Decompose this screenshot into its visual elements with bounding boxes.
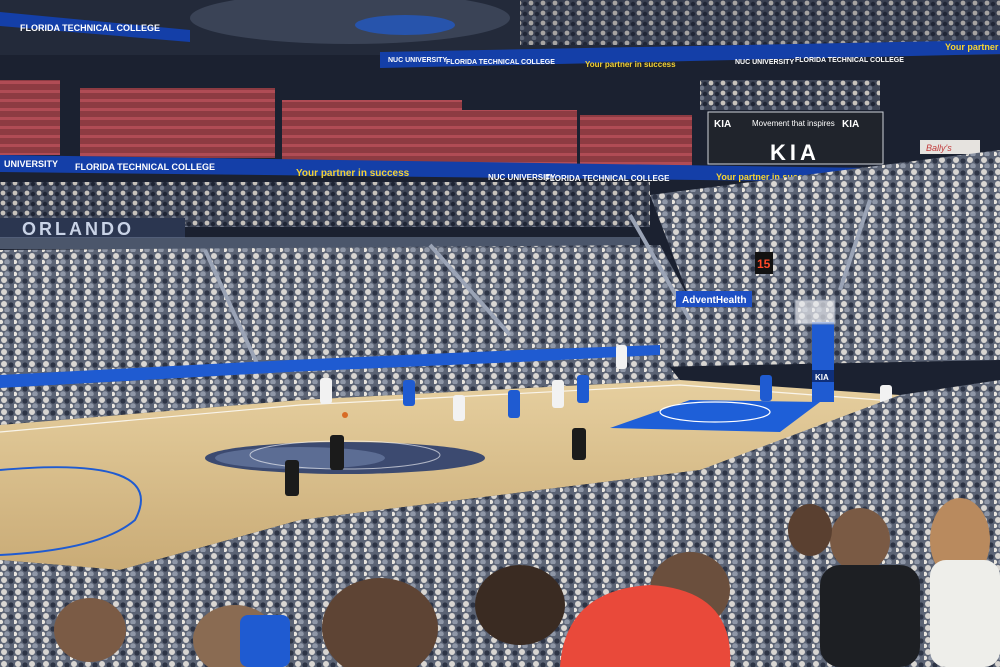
player — [760, 375, 772, 401]
kia-brand-right: KIA — [842, 119, 859, 130]
player — [508, 390, 520, 418]
upper-seats-left — [0, 80, 60, 155]
fan-head — [54, 598, 126, 662]
upper-ribbon-text-2: FLORIDA TECHNICAL COLLEGE — [446, 59, 555, 66]
player — [403, 380, 415, 406]
upper-seats-right — [700, 80, 880, 110]
kia-big-logo: KIA — [770, 140, 820, 165]
ballys-sign-text: Bally's — [926, 143, 952, 153]
orlando-wall-text: ORLANDO — [22, 219, 134, 239]
referee — [285, 460, 299, 496]
referee — [572, 428, 586, 460]
basketball — [342, 412, 348, 418]
lower-ribbon-text-1: UNIVERSITY — [4, 159, 58, 169]
shot-clock-text: 15 — [757, 257, 771, 271]
player — [453, 395, 465, 421]
upper-seats-4 — [580, 115, 692, 167]
upper-seats-3 — [452, 110, 577, 165]
referee — [330, 435, 344, 470]
upper-ribbon-text-6: Your partner — [945, 42, 999, 52]
arena-photo: FLORIDA TECHNICAL COLLEGE NUC UNIVERSITY… — [0, 0, 1000, 667]
player — [577, 375, 589, 403]
green-shirt-fan — [820, 565, 920, 667]
white-shirt-fan — [930, 560, 1000, 667]
upper-ribbon-text-5: FLORIDA TECHNICAL COLLEGE — [795, 57, 904, 64]
upper-right-crowd — [520, 0, 1000, 45]
stanchion-brand: KIA — [815, 373, 829, 382]
stanchion — [812, 322, 834, 402]
upper-ribbon-text-1: NUC UNIVERSITY — [388, 57, 447, 64]
arena-scene: FLORIDA TECHNICAL COLLEGE NUC UNIVERSITY… — [0, 0, 1000, 667]
upper-seats-1 — [80, 88, 275, 158]
lower-ribbon-text-2: FLORIDA TECHNICAL COLLEGE — [75, 162, 215, 172]
player — [616, 345, 627, 369]
fan-head — [788, 504, 832, 556]
fan-head — [830, 508, 890, 572]
kia-brand-left: KIA — [714, 119, 731, 130]
lower-ribbon-text-3: Your partner in success — [296, 168, 410, 179]
backboard — [794, 299, 836, 325]
upper-ribbon-left-text: FLORIDA TECHNICAL COLLEGE — [20, 23, 160, 33]
scoreboard-logo-ring — [355, 15, 455, 35]
advent-sign-text: AdventHealth — [682, 295, 746, 306]
player — [552, 380, 564, 408]
upper-seats-2 — [282, 100, 462, 162]
center-court-logo-inner — [215, 447, 385, 469]
upper-ribbon-text-4: NUC UNIVERSITY — [735, 59, 794, 66]
fan-head — [475, 565, 565, 645]
kia-slogan: Movement that inspires — [752, 119, 835, 128]
lower-ribbon-text-5: FLORIDA TECHNICAL COLLEGE — [545, 174, 670, 183]
blue-jersey-fan — [240, 615, 290, 667]
player — [320, 378, 332, 404]
upper-ribbon-text-3: Your partner in success — [585, 60, 676, 69]
